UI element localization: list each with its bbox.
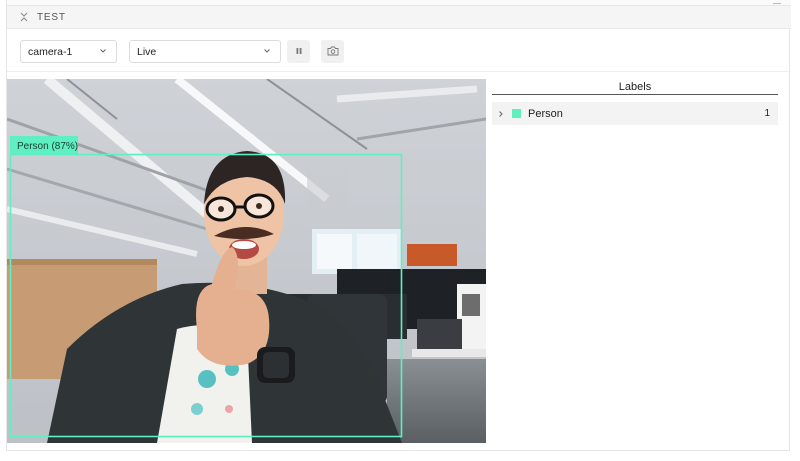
camera-feed[interactable]: Person (87%) (7, 79, 486, 443)
panel-header[interactable]: TEST (7, 6, 791, 29)
panel-title: TEST (37, 11, 66, 23)
camera-select-value: camera-1 (28, 45, 73, 58)
pause-button[interactable] (287, 40, 310, 63)
chevron-right-icon[interactable] (496, 109, 506, 119)
toolbar: camera-1 Live (7, 30, 791, 72)
camera-feed-image: Person (87%) (7, 79, 486, 443)
label-name: Person (528, 107, 563, 120)
label-row-person[interactable]: Person 1 (492, 102, 778, 125)
corner-mark (773, 0, 781, 4)
camera-icon (327, 43, 339, 61)
label-count: 1 (764, 108, 770, 119)
collapse-icon[interactable] (19, 11, 29, 23)
mode-select[interactable]: Live (129, 40, 281, 63)
camera-select[interactable]: camera-1 (20, 40, 117, 63)
chevron-down-icon (262, 46, 272, 56)
labels-heading: Labels (492, 79, 778, 95)
chevron-down-icon (98, 46, 108, 56)
mode-select-value: Live (137, 45, 157, 58)
snapshot-button[interactable] (321, 40, 344, 63)
detection-label: Person (87%) (17, 141, 78, 152)
label-color-swatch (512, 109, 521, 118)
labels-panel: Labels Person 1 (492, 79, 778, 443)
pause-icon (294, 43, 304, 61)
